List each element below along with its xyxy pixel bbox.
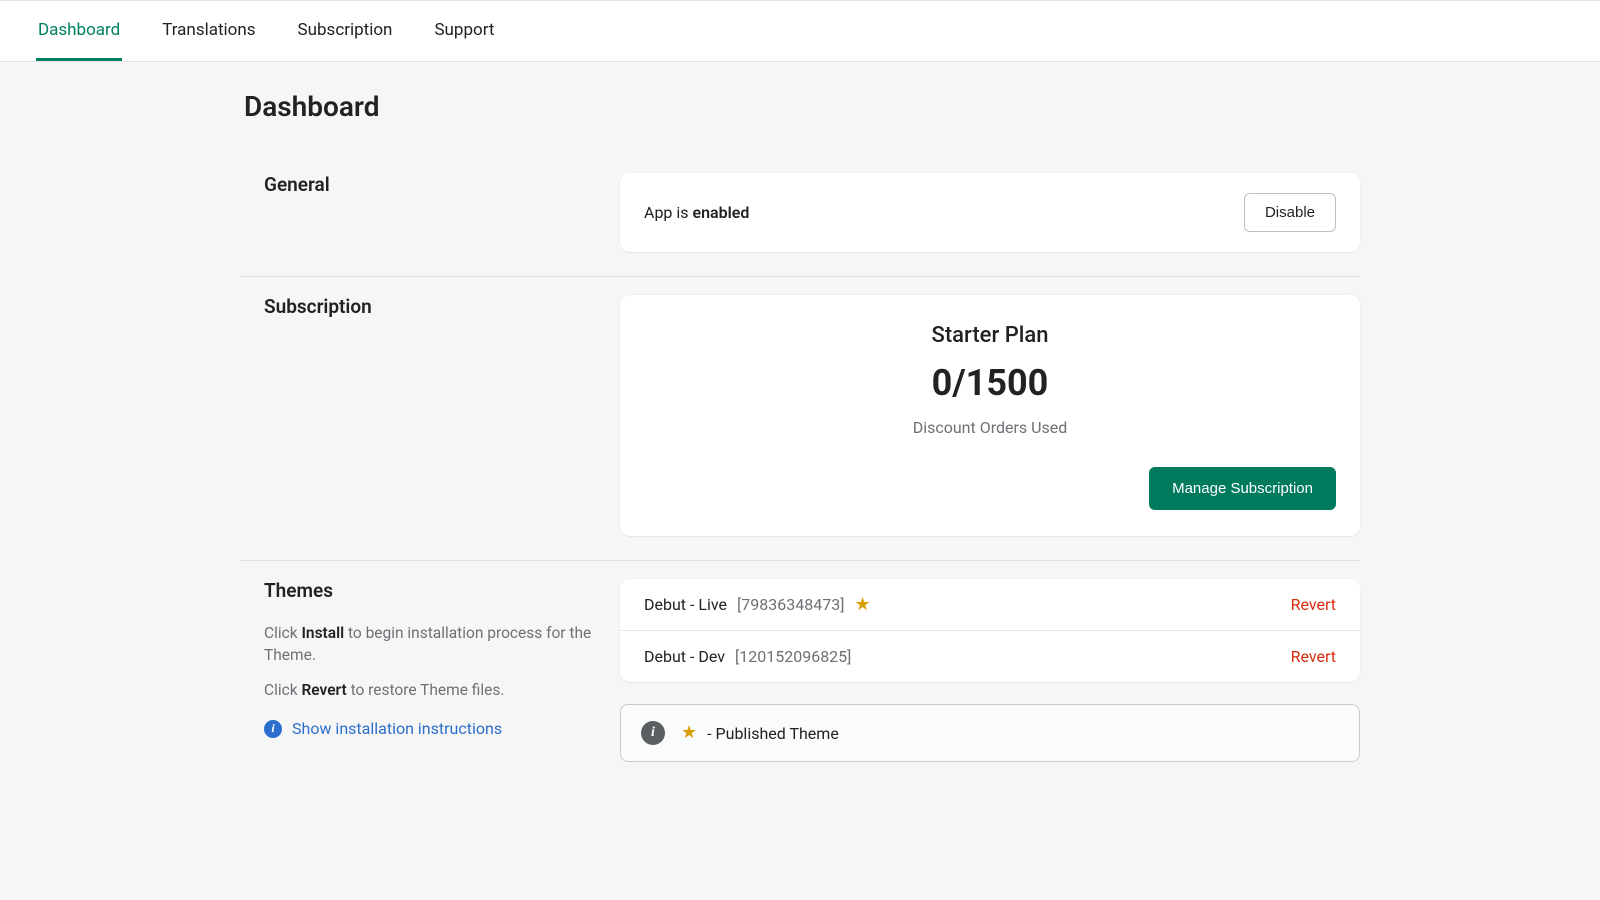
page-title: Dashboard [244, 90, 1360, 123]
tab-subscription[interactable]: Subscription [296, 1, 395, 61]
subscription-card: Starter Plan 0/1500 Discount Orders Used… [620, 295, 1360, 536]
desc2-post: to restore Theme files. [347, 681, 505, 699]
star-icon: ★ [854, 596, 870, 614]
theme-row: Debut - Live [79836348473] ★ Revert [620, 579, 1360, 631]
app-status-prefix: App is [644, 203, 693, 222]
plan-name: Starter Plan [644, 323, 1336, 348]
general-card: App is enabled Disable [620, 173, 1360, 252]
themes-desc-revert: Click Revert to restore Theme files. [264, 679, 596, 701]
info-icon: i [264, 720, 282, 738]
plan-usage-label: Discount Orders Used [644, 418, 1336, 437]
themes-card: Debut - Live [79836348473] ★ Revert Debu… [620, 579, 1360, 682]
desc1-pre: Click [264, 624, 301, 642]
tab-dashboard[interactable]: Dashboard [36, 1, 122, 61]
revert-link[interactable]: Revert [1291, 595, 1336, 614]
section-themes: Themes Click Install to begin installati… [240, 561, 1360, 786]
published-theme-banner: i ★ - Published Theme [620, 704, 1360, 762]
section-title-subscription: Subscription [264, 295, 596, 318]
app-status: App is enabled [644, 203, 749, 222]
theme-id: [120152096825] [735, 647, 851, 666]
manage-subscription-button[interactable]: Manage Subscription [1149, 467, 1336, 510]
desc2-pre: Click [264, 681, 301, 699]
themes-desc-install: Click Install to begin installation proc… [264, 622, 596, 667]
banner-text: - Published Theme [707, 724, 839, 743]
theme-name: Debut - Dev [644, 647, 725, 666]
desc1-bold: Install [301, 624, 344, 642]
section-subscription: Subscription Starter Plan 0/1500 Discoun… [240, 277, 1360, 561]
theme-id: [79836348473] [737, 595, 844, 614]
desc2-bold: Revert [301, 681, 346, 699]
tab-bar: Dashboard Translations Subscription Supp… [0, 0, 1600, 62]
plan-usage: 0/1500 [644, 362, 1336, 404]
section-general: General App is enabled Disable [240, 155, 1360, 277]
tab-support[interactable]: Support [432, 1, 496, 61]
show-instructions-row: i Show installation instructions [264, 719, 596, 738]
disable-button[interactable]: Disable [1244, 193, 1336, 232]
show-instructions-link[interactable]: Show installation instructions [292, 719, 502, 738]
section-title-themes: Themes [264, 579, 596, 602]
info-icon: i [641, 721, 665, 745]
app-status-value: enabled [693, 203, 750, 222]
revert-link[interactable]: Revert [1291, 647, 1336, 666]
star-icon: ★ [681, 724, 697, 742]
section-title-general: General [264, 173, 596, 196]
theme-row: Debut - Dev [120152096825] Revert [620, 631, 1360, 682]
tab-translations[interactable]: Translations [160, 1, 257, 61]
theme-name: Debut - Live [644, 595, 727, 614]
